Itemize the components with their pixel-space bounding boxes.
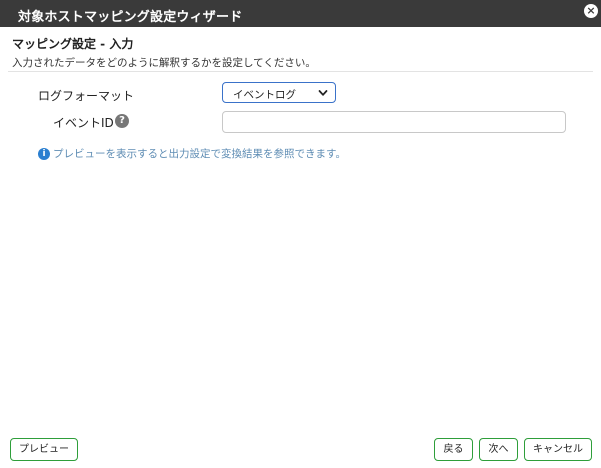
back-button[interactable]: 戻る bbox=[434, 438, 473, 461]
dialog-titlebar: 対象ホストマッピング設定ウィザード × bbox=[0, 0, 601, 27]
chevron-down-icon bbox=[318, 90, 328, 96]
info-text: プレビューを表示すると出力設定で変換結果を参照できます。 bbox=[53, 148, 346, 160]
event-id-label: イベントID bbox=[53, 116, 114, 130]
log-format-selected-value: イベントログ bbox=[233, 89, 296, 101]
section-title: マッピング設定 - 入力 bbox=[12, 37, 134, 51]
preview-button[interactable]: プレビュー bbox=[10, 438, 78, 461]
close-icon[interactable]: × bbox=[584, 4, 598, 18]
dialog-title: 対象ホストマッピング設定ウィザード bbox=[18, 10, 243, 25]
section-description: 入力されたデータをどのように解釈するかを設定してください。 bbox=[12, 57, 316, 69]
divider bbox=[8, 71, 593, 72]
info-icon: i bbox=[38, 147, 50, 160]
next-button[interactable]: 次へ bbox=[479, 438, 518, 461]
help-icon[interactable]: ? bbox=[115, 114, 129, 128]
log-format-label: ログフォーマット bbox=[38, 89, 135, 103]
event-id-input[interactable] bbox=[222, 111, 566, 133]
cancel-button[interactable]: キャンセル bbox=[524, 438, 592, 461]
info-message: i プレビューを表示すると出力設定で変換結果を参照できます。 bbox=[38, 146, 346, 161]
log-format-select[interactable]: イベントログ bbox=[222, 82, 336, 103]
